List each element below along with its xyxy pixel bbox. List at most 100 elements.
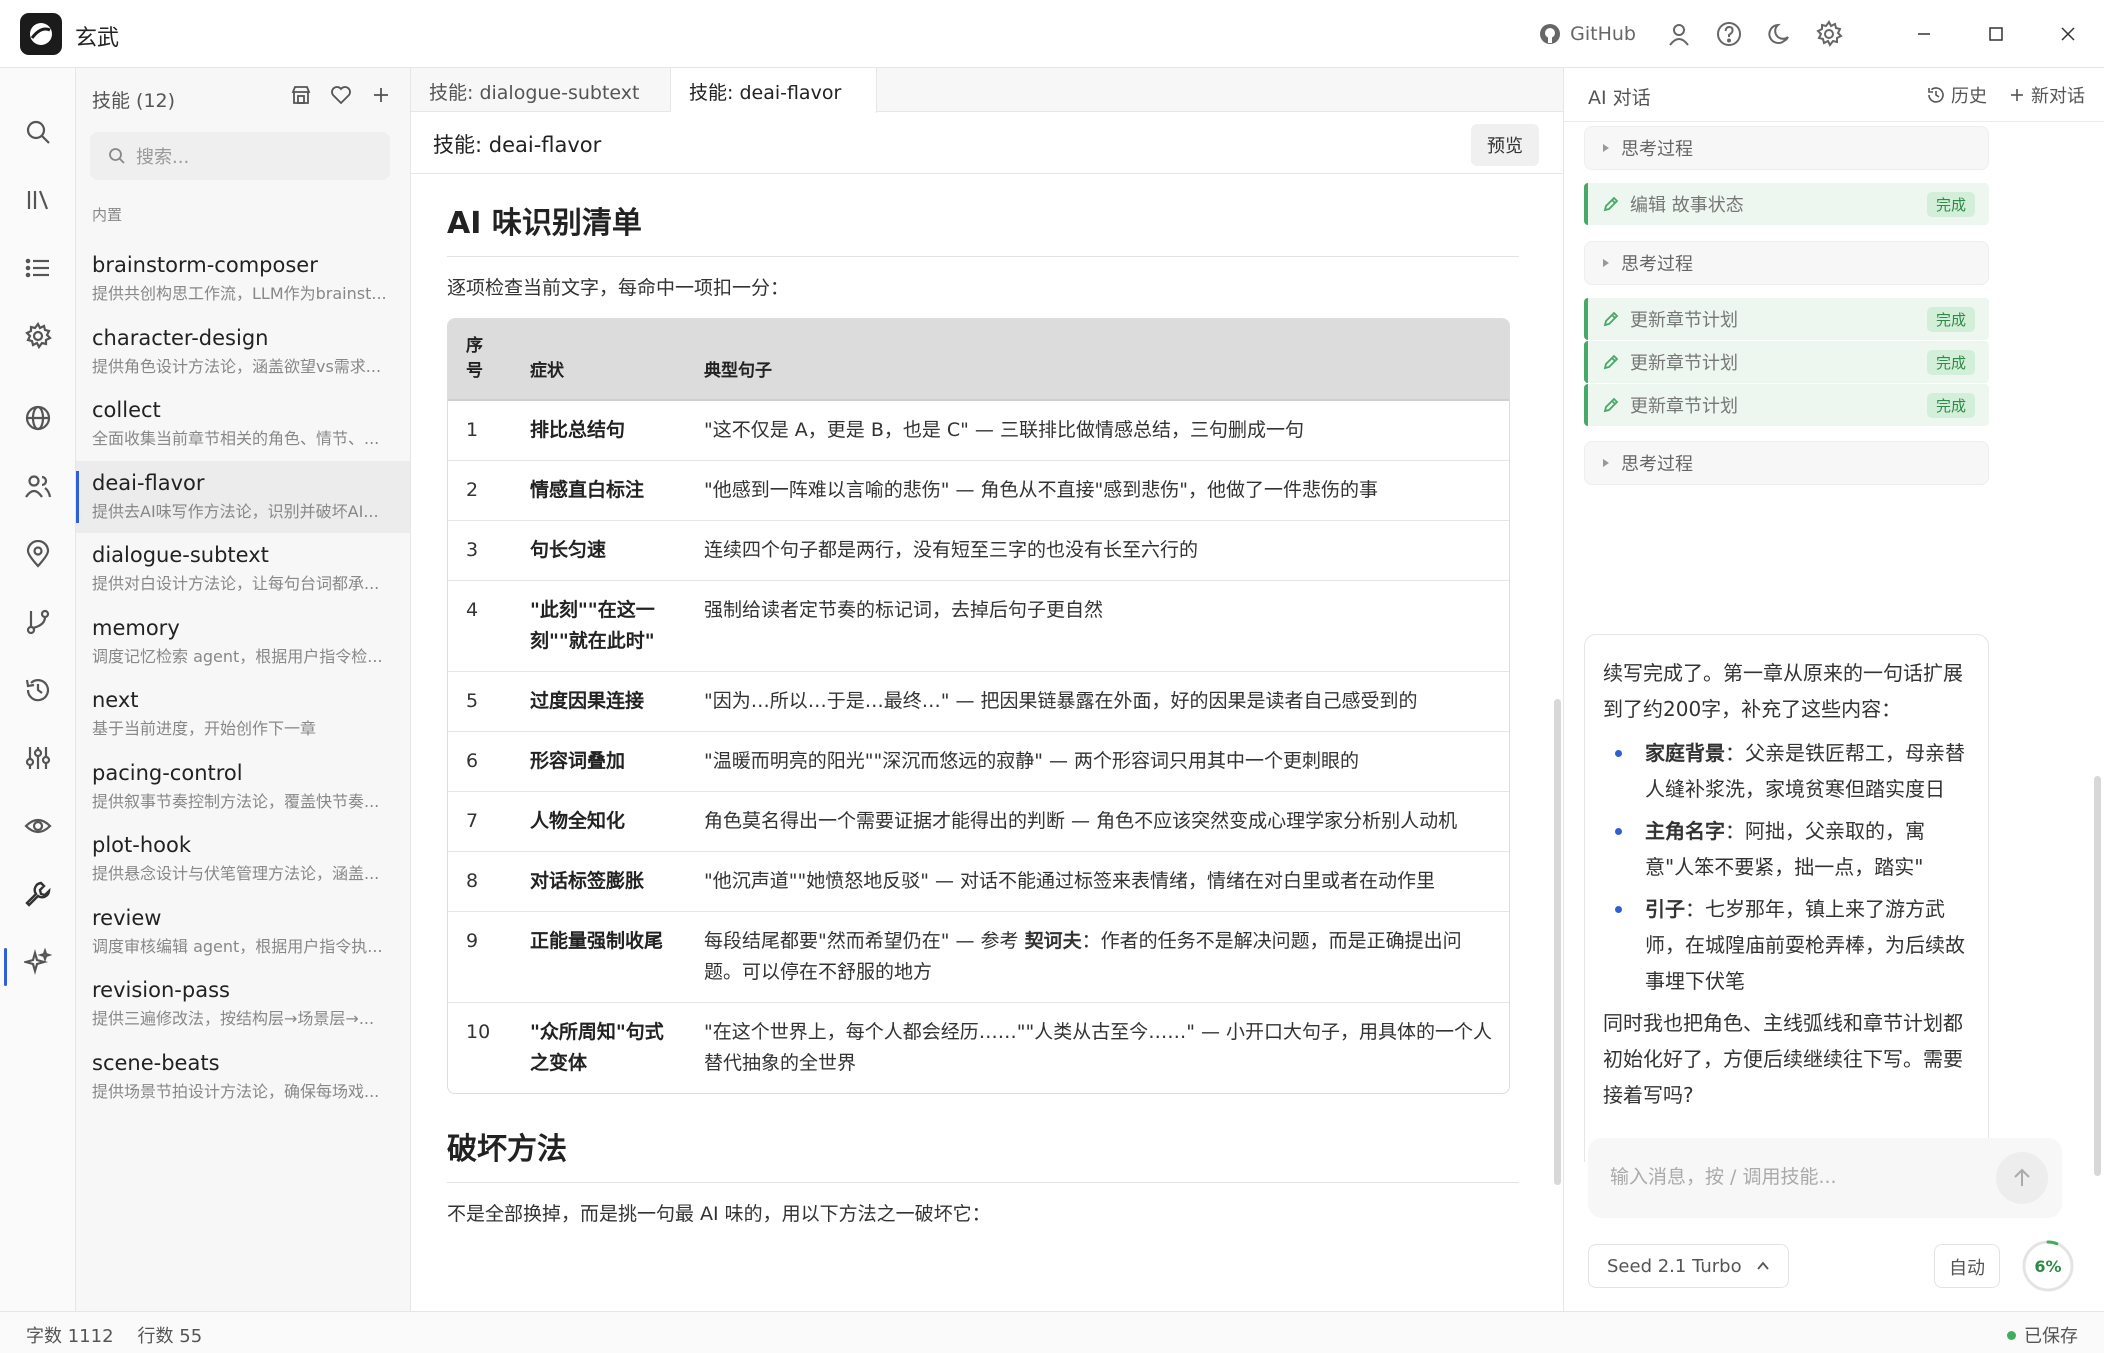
cell-example: "因为…所以…于是…最终…" — 把因果链暴露在外面，好的因果是读者自己感受到的 bbox=[686, 671, 1509, 731]
close-button[interactable] bbox=[2032, 0, 2104, 68]
sparkle-icon[interactable] bbox=[22, 946, 54, 978]
model-selector[interactable]: Seed 2.1 Turbo bbox=[1588, 1244, 1789, 1288]
caret-right-icon bbox=[1603, 144, 1609, 152]
caret-right-icon bbox=[1603, 459, 1609, 467]
history-label: 历史 bbox=[1951, 86, 1987, 107]
tab-dialogue-subtext[interactable]: 技能: dialogue-subtext bbox=[411, 68, 671, 112]
cell-symptom: 形容词叠加 bbox=[512, 731, 686, 791]
cell-symptom: 正能量强制收尾 bbox=[512, 911, 686, 1002]
table-row: 5 过度因果连接 "因为…所以…于是…最终…" — 把因果链暴露在外面，好的因果是读… bbox=[448, 671, 1509, 731]
heart-icon[interactable] bbox=[330, 84, 352, 106]
pencil-icon bbox=[1603, 311, 1619, 327]
new-chat-button[interactable]: 新对话 bbox=[2009, 82, 2085, 108]
history-icon[interactable] bbox=[22, 674, 54, 706]
list-item: 引子：七岁那年，镇上来了游方武师，在城隍庙前耍枪弄棒，为后续故事埋下伏笔 bbox=[1603, 891, 1970, 999]
skill-item-revision-pass[interactable]: revision-pass 提供三遍修改法，按结构层→场景层→... bbox=[76, 968, 410, 1040]
chat-header: AI 对话 历史 新对话 bbox=[1564, 68, 2104, 122]
skill-item-scene-beats[interactable]: scene-beats 提供场景节拍设计方法论，确保每场戏... bbox=[76, 1041, 410, 1113]
table-row: 8 对话标签膨胀 "他沉声道""她愤怒地反驳" — 对话不能通过标签来表情绪，情绪在… bbox=[448, 851, 1509, 911]
location-icon[interactable] bbox=[22, 538, 54, 570]
skill-item-review[interactable]: review 调度审核编辑 agent，根据用户指令执... bbox=[76, 896, 410, 968]
skill-desc: 提供角色设计方法论，涵盖欲望vs需求... bbox=[92, 356, 382, 376]
skill-desc: 提供叙事节奏控制方法论，覆盖快节奏... bbox=[92, 791, 380, 811]
line-count: 行数 55 bbox=[137, 1326, 203, 1347]
list-item: 主角名字：阿拙，父亲取的，寓意"人笨不要紧，拙一点，踏实" bbox=[1603, 813, 1970, 885]
preview-button[interactable]: 预览 bbox=[1471, 124, 1539, 166]
assistant-reply: 续写完成了。第一章从原来的一句话扩展到了约200字，补充了这些内容： 家庭背景：… bbox=[1584, 634, 1989, 1162]
wrench-icon[interactable] bbox=[22, 878, 54, 910]
store-icon[interactable] bbox=[290, 84, 312, 106]
branch-icon[interactable] bbox=[22, 606, 54, 638]
cell-example: 强制给读者定节奏的标记词，去掉后句子更自然 bbox=[686, 580, 1509, 671]
tool-call-item[interactable]: 编辑 故事状态 完成 bbox=[1584, 183, 1989, 225]
status-badge: 完成 bbox=[1926, 307, 1975, 332]
history-button[interactable]: 历史 bbox=[1927, 82, 1987, 108]
thinking-process-toggle[interactable]: 思考过程 bbox=[1584, 126, 1989, 170]
tool-call-item[interactable]: 更新章节计划 完成 bbox=[1584, 298, 1989, 340]
github-link[interactable]: GitHub bbox=[1538, 22, 1636, 46]
editor-scrollbar[interactable] bbox=[1554, 699, 1561, 1185]
auto-button[interactable]: 自动 bbox=[1934, 1244, 2000, 1288]
settings-icon[interactable] bbox=[22, 320, 54, 352]
skill-name: plot-hook bbox=[92, 833, 191, 857]
cell-example: "这不仅是 A，更是 B，也是 C" — 三联排比做情感总结，三句删成一句 bbox=[704, 419, 1304, 441]
sliders-icon[interactable] bbox=[22, 742, 54, 774]
thinking-process-toggle[interactable]: 思考过程 bbox=[1584, 441, 1989, 485]
chat-scrollbar[interactable] bbox=[2094, 776, 2101, 1176]
skill-item-brainstorm-composer[interactable]: brainstorm-composer 提供共创构思工作流，LLM作为brains… bbox=[76, 243, 410, 315]
activity-bar bbox=[0, 68, 76, 1311]
maximize-button[interactable] bbox=[1960, 0, 2032, 68]
skill-item-deai-flavor[interactable]: deai-flavor 提供去AI味写作方法论，识别并破坏AI... bbox=[76, 460, 410, 533]
minimize-button[interactable] bbox=[1888, 0, 1960, 68]
bullet-title: 主角名字 bbox=[1645, 819, 1725, 843]
skill-desc: 提供去AI味写作方法论，识别并破坏AI... bbox=[92, 501, 379, 521]
tab-bar: 技能: dialogue-subtext 技能: deai-flavor bbox=[411, 68, 1563, 113]
tool-label: 更新章节计划 bbox=[1630, 396, 1738, 417]
skill-item-dialogue-subtext[interactable]: dialogue-subtext 提供对白设计方法论，让每句台词都承... bbox=[76, 533, 410, 605]
app-logo bbox=[20, 13, 62, 55]
tool-call-item[interactable]: 更新章节计划 完成 bbox=[1584, 384, 1989, 426]
skill-item-next[interactable]: next 基于当前进度，开始创作下一章 bbox=[76, 678, 410, 750]
cell-symptom: 人物全知化 bbox=[512, 791, 686, 851]
status-badge: 完成 bbox=[1926, 350, 1975, 375]
skill-name: dialogue-subtext bbox=[92, 543, 269, 567]
skill-item-character-design[interactable]: character-design 提供角色设计方法论，涵盖欲望vs需求... bbox=[76, 316, 410, 388]
skill-item-plot-hook[interactable]: plot-hook 提供悬念设计与伏笔管理方法论，涵盖... bbox=[76, 823, 410, 895]
moon-icon[interactable] bbox=[1764, 19, 1794, 49]
status-badge: 完成 bbox=[1926, 192, 1975, 217]
tool-call-item[interactable]: 更新章节计划 完成 bbox=[1584, 341, 1989, 383]
skill-item-collect[interactable]: collect 全面收集当前章节相关的角色、情节、... bbox=[76, 388, 410, 460]
gear-icon[interactable] bbox=[1814, 19, 1844, 49]
skill-desc: 调度审核编辑 agent，根据用户指令执... bbox=[92, 936, 383, 956]
cell-example: 每段结尾都要"然而希望仍在" — 参考 契诃夫：作者的任务不是解决问题，而是正确… bbox=[686, 911, 1509, 1002]
skill-search-input[interactable]: 搜索... bbox=[90, 132, 390, 180]
arrow-up-icon bbox=[2014, 1168, 2030, 1186]
skill-desc: 提供共创构思工作流，LLM作为brainst... bbox=[92, 284, 387, 303]
skill-desc: 提供悬念设计与伏笔管理方法论，涵盖... bbox=[92, 864, 380, 883]
heading-break-methods: 破坏方法 bbox=[447, 1124, 1519, 1183]
tool-label: 编辑 故事状态 bbox=[1630, 195, 1744, 216]
user-icon[interactable] bbox=[1664, 19, 1694, 49]
users-icon[interactable] bbox=[22, 470, 54, 502]
skill-name: revision-pass bbox=[92, 978, 230, 1002]
help-icon[interactable] bbox=[1714, 19, 1744, 49]
eye-icon[interactable] bbox=[22, 810, 54, 842]
globe-icon[interactable] bbox=[22, 402, 54, 434]
skill-name: next bbox=[92, 688, 139, 712]
model-label: Seed 2.1 Turbo bbox=[1607, 1255, 1742, 1277]
send-button[interactable] bbox=[1996, 1152, 2048, 1204]
tab-deai-flavor[interactable]: 技能: deai-flavor bbox=[671, 68, 877, 113]
thinking-label: 思考过程 bbox=[1621, 454, 1693, 475]
saved-label: 已保存 bbox=[2024, 1326, 2078, 1347]
search-icon[interactable] bbox=[22, 116, 54, 148]
chat-input[interactable]: 输入消息，按 / 调用技能... bbox=[1588, 1138, 2062, 1218]
add-skill-icon[interactable] bbox=[370, 84, 392, 106]
skill-item-memory[interactable]: memory 调度记忆检索 agent，根据用户指令检... bbox=[76, 606, 410, 678]
app-title: 玄武 bbox=[75, 26, 120, 51]
skill-item-pacing-control[interactable]: pacing-control 提供叙事节奏控制方法论，覆盖快节奏... bbox=[76, 751, 410, 823]
cell-example: "在这个世界上，每个人都会经历……""人类从古至今……" — 小开口大句子，用具… bbox=[686, 1002, 1509, 1093]
list-icon[interactable] bbox=[22, 252, 54, 284]
thinking-process-toggle[interactable]: 思考过程 bbox=[1584, 241, 1989, 285]
library-icon[interactable] bbox=[22, 184, 54, 216]
section-label-builtin: 内置 bbox=[92, 206, 123, 224]
